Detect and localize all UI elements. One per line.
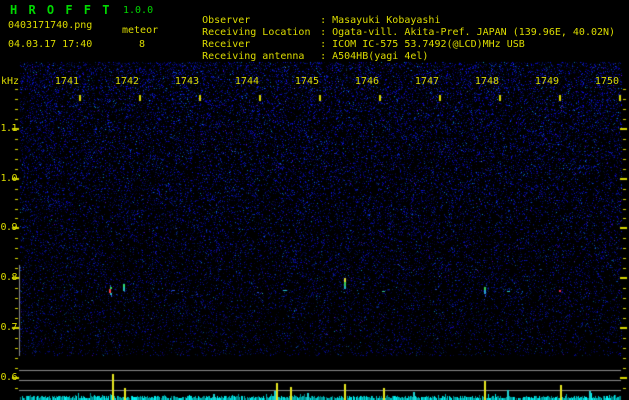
app-version: 1.0.0 (123, 5, 154, 16)
info-separator: : (320, 51, 327, 62)
time-tick-label: 1742 (114, 76, 139, 87)
time-tick-label: 1748 (474, 76, 499, 87)
time-tick-label: 1744 (234, 76, 259, 87)
output-filename: 0403171740.png (8, 20, 93, 31)
time-tick-label: 1749 (534, 76, 559, 87)
time-tick-label: 1747 (414, 76, 439, 87)
info-label: Receiving antenna (202, 51, 305, 62)
freq-tick-label: 0.6 (0, 372, 17, 383)
datetime-label: 04.03.17 17:40 (8, 39, 93, 50)
time-tick-label: 1745 (294, 76, 319, 87)
hrofft-window: H R O F F T 1.0.0 0403171740.png meteor … (0, 0, 629, 400)
time-tick-label: 1743 (174, 76, 199, 87)
freq-tick-label: 1.0 (0, 173, 17, 184)
freq-axis-unit: kHz (1, 76, 20, 87)
freq-tick-label: 0.9 (0, 222, 17, 233)
freq-tick-label: 0.7 (0, 322, 17, 333)
info-value: A504HB(yagi 4el) (332, 51, 429, 62)
mode-label: meteor (122, 25, 159, 36)
freq-tick-label: 0.8 (0, 272, 17, 283)
freq-tick-label: 1.1 (0, 123, 17, 134)
app-title: H R O F F T (10, 3, 112, 17)
echo-count: 8 (139, 39, 146, 50)
info-row-antenna: Receiving antenna: A504HB(yagi 4el) (178, 39, 428, 75)
time-tick-label: 1741 (54, 76, 79, 87)
time-tick-label: 1750 (594, 76, 619, 87)
time-tick-label: 1746 (354, 76, 379, 87)
